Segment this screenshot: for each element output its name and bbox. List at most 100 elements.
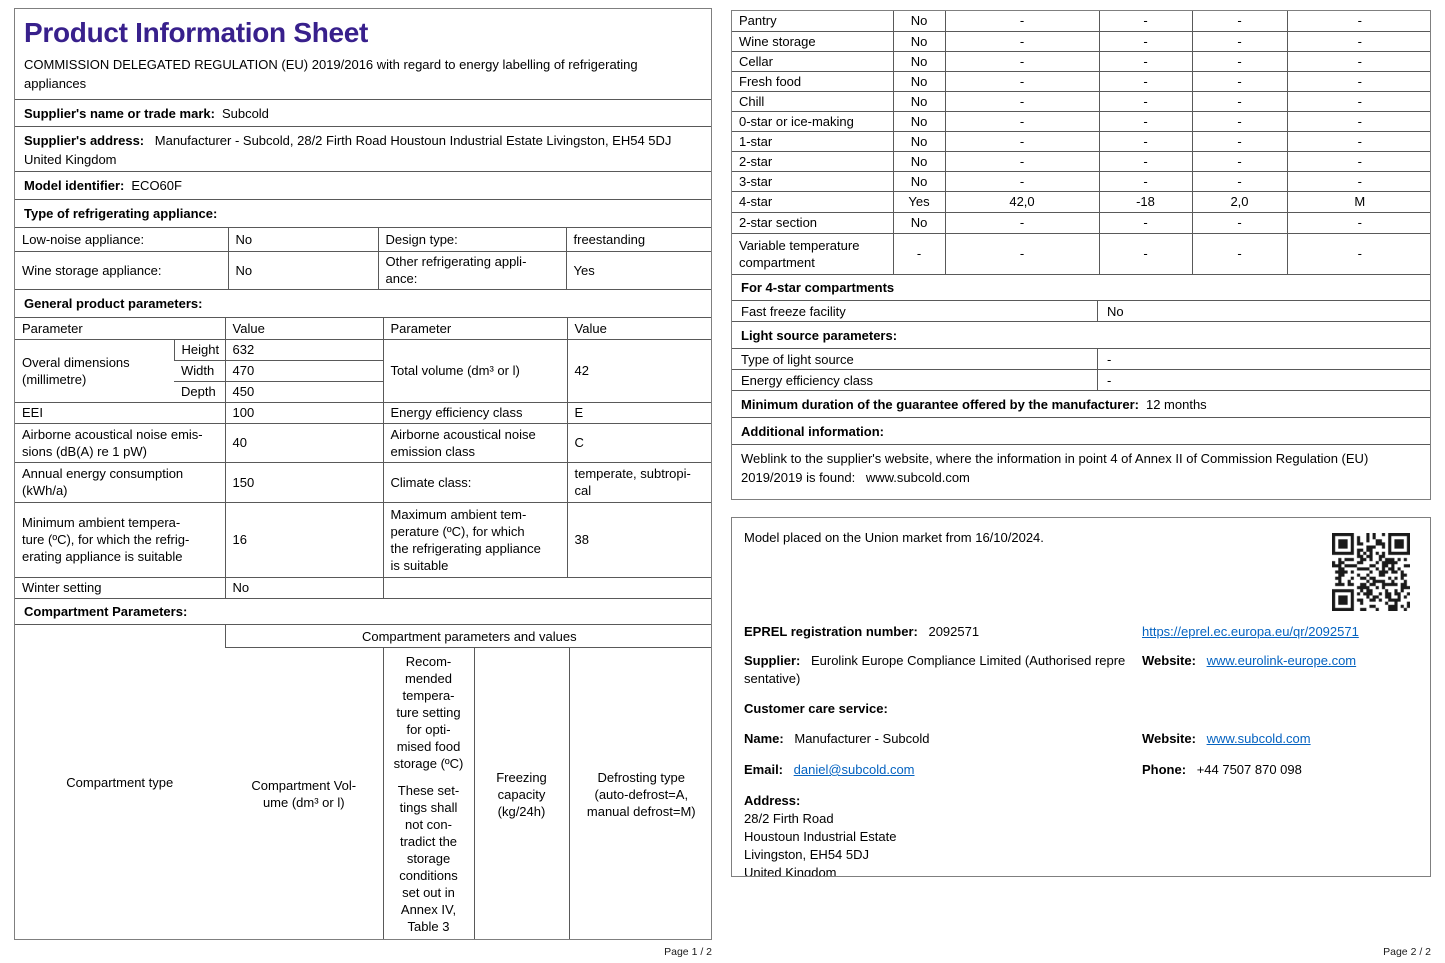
address-block: Address: 28/2 Firth Road Houstoun Indust… <box>744 792 1418 877</box>
cell: - <box>1192 212 1287 233</box>
cell: Yes <box>566 252 712 289</box>
weblink-row: Weblink to the supplier's website, where… <box>732 444 1430 491</box>
phone-value: +44 7507 870 098 <box>1197 762 1302 777</box>
table-row: EEI 100 Energy efficiency class E <box>15 402 712 423</box>
cell: - <box>1287 71 1431 91</box>
cell: - <box>1287 11 1431 31</box>
cell: No <box>228 252 378 289</box>
cell: 16 <box>225 502 383 577</box>
model-identifier-row: Model identifier: ECO60F <box>15 171 711 199</box>
supplier-website: Website: www.eurolink-europe.com <box>1142 652 1418 688</box>
website-label: Website: <box>1142 731 1196 746</box>
cell: Winter setting <box>15 577 225 598</box>
fast-freeze-row: Fast freeze facility No <box>732 300 1430 321</box>
compartment-header-table: Compartment type Compartment parameters … <box>15 624 712 940</box>
eprel-link[interactable]: https://eprel.ec.europa.eu/qr/2092571 <box>1142 624 1359 639</box>
table-row: Variable temperature compartment - - - -… <box>732 233 1431 274</box>
cell: - <box>1287 233 1431 274</box>
light-efficiency-label: Energy efficiency class <box>732 370 1098 390</box>
cell: - <box>945 71 1099 91</box>
eprel-label: EPREL registration number: <box>744 624 918 639</box>
supplier-left: Supplier: Eurolink Europe Compliance Lim… <box>744 652 1142 688</box>
cell: Defrosting type (auto-defrost=A, manual … <box>569 648 712 941</box>
table-row: Airborne acoustical noise emis- sions (d… <box>15 423 712 462</box>
table-row: Wine storage appliance: No Other refrige… <box>15 252 712 289</box>
cell: - <box>1192 91 1287 111</box>
cell: No <box>893 151 945 171</box>
cell: Overal dimensions (millimetre) <box>15 339 174 402</box>
table-row: Fresh food No - - - - <box>732 71 1431 91</box>
cell: 0-star or ice-making <box>732 111 893 131</box>
section-four-star: For 4-star compartments <box>732 274 1430 300</box>
cell: Value <box>567 317 712 339</box>
eurolink-website-link[interactable]: www.eurolink-europe.com <box>1207 653 1357 668</box>
cell: - <box>1099 31 1192 51</box>
table-row: Minimum ambient tempera- ture (ºC), for … <box>15 502 712 577</box>
cell: M <box>1287 191 1431 212</box>
cell: - <box>1192 233 1287 274</box>
cell: Total volume (dm³ or l) <box>383 339 567 402</box>
table-row: Compartment type Compartment parameters … <box>15 625 712 648</box>
cell: Maximum ambient tem- perature (ºC), for … <box>383 502 567 577</box>
page-1-footer: Page 1 / 2 <box>14 946 712 958</box>
cell: No <box>893 51 945 71</box>
table-row: 0-star or ice-making No - - - - <box>732 111 1431 131</box>
cell: - <box>893 233 945 274</box>
section-type-of-appliance: Type of refrigerating appliance: <box>15 199 711 227</box>
cell: freestanding <box>566 228 712 252</box>
cell: - <box>1099 11 1192 31</box>
guarantee-row: Minimum duration of the guarantee offere… <box>732 390 1430 417</box>
subcold-website-link[interactable]: www.subcold.com <box>1207 731 1311 746</box>
cell: - <box>1287 151 1431 171</box>
cell: Other refrigerating appli- ance: <box>378 252 566 289</box>
appliance-type-table: Low-noise appliance: No Design type: fre… <box>15 227 712 289</box>
care-name-row: Name: Manufacturer - Subcold Website: ww… <box>744 730 1418 748</box>
supplier-address-row: Supplier's address: Manufacturer - Subco… <box>15 126 711 171</box>
email-link[interactable]: daniel@subcold.com <box>794 762 915 777</box>
supplier-name-value: Subcold <box>222 106 269 121</box>
cell: 2-star section <box>732 212 893 233</box>
care-phone: Phone: +44 7507 870 098 <box>1142 761 1418 779</box>
cell: Parameter <box>15 317 225 339</box>
cell: 2-star <box>732 151 893 171</box>
qr-code <box>1332 533 1410 611</box>
cell: 150 <box>225 462 383 502</box>
supplier-value: Eurolink Europe Compliance Limited (Auth… <box>744 653 1125 686</box>
table-row: 3-star No - - - - <box>732 171 1431 191</box>
cell: No <box>228 228 378 252</box>
name-label: Name: <box>744 731 784 746</box>
cell: - <box>945 233 1099 274</box>
care-name-left: Name: Manufacturer - Subcold <box>744 730 1142 748</box>
cell: - <box>1192 111 1287 131</box>
cell: - <box>1099 151 1192 171</box>
table-row: 2-star section No - - - - <box>732 212 1431 233</box>
cell: - <box>1192 171 1287 191</box>
light-source-type-label: Type of light source <box>732 349 1098 369</box>
section-general-parameters: General product parameters: <box>15 289 711 317</box>
customer-care-heading: Customer care service: <box>744 700 1418 718</box>
cell: - <box>945 131 1099 151</box>
supplier-name-row: Supplier's name or trade mark: Subcold <box>15 99 711 126</box>
temp-setting-note: These set- tings shall not con- tradict … <box>391 782 467 935</box>
page-1-header: Product Information Sheet COMMISSION DEL… <box>15 9 711 99</box>
email-label: Email: <box>744 762 783 777</box>
market-date-text: Model placed on the Union market from 16… <box>744 529 1418 547</box>
cell: - <box>945 111 1099 131</box>
cell: No <box>893 11 945 31</box>
light-efficiency-row: Energy efficiency class - <box>732 369 1430 390</box>
cell: Annual energy consumption (kWh/a) <box>15 462 225 502</box>
website-label: Website: <box>1142 653 1196 668</box>
cell: 42 <box>567 339 712 402</box>
cell: Recom- mended tempera- ture setting for … <box>383 648 474 941</box>
cell: Value <box>225 317 383 339</box>
name-value: Manufacturer - Subcold <box>794 731 929 746</box>
cell: 100 <box>225 402 383 423</box>
page-2-footer: Page 2 / 2 <box>731 946 1431 958</box>
table-row: Cellar No - - - - <box>732 51 1431 71</box>
cell: - <box>1099 171 1192 191</box>
regulation-text: COMMISSION DELEGATED REGULATION (EU) 201… <box>15 51 711 99</box>
cell: - <box>945 31 1099 51</box>
table-row: Winter setting No <box>15 577 712 598</box>
table-row: Chill No - - - - <box>732 91 1431 111</box>
cell: Climate class: <box>383 462 567 502</box>
